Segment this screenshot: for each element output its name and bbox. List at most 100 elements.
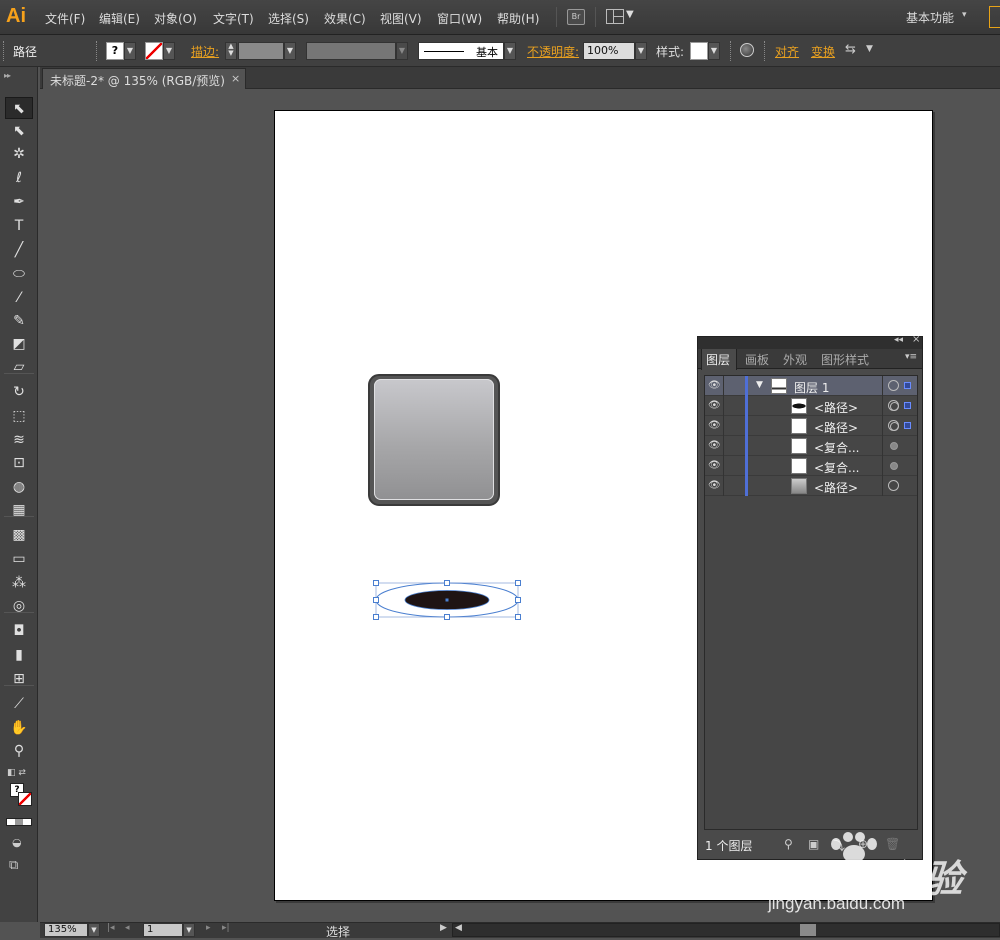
scale-tool[interactable]: ⬚ — [5, 405, 33, 427]
recolor-artwork-icon[interactable] — [740, 43, 754, 57]
target-icon[interactable] — [890, 462, 898, 470]
collapse-icon[interactable]: ◂◂ — [894, 335, 903, 345]
fill-dropdown[interactable]: ▼ — [124, 42, 136, 60]
line-segment-tool[interactable]: ╱ — [5, 239, 33, 261]
artboard-tool[interactable]: ⊞ — [5, 668, 33, 690]
layer-name[interactable]: 图层 1 — [794, 379, 829, 396]
align-link[interactable]: 对齐 — [775, 43, 799, 60]
mesh-tool[interactable]: ▩ — [5, 524, 33, 546]
arrange-documents-icon[interactable] — [606, 9, 624, 24]
direct-selection-tool[interactable]: ⬉ — [5, 120, 33, 142]
path-name[interactable]: <路径> — [814, 399, 858, 416]
fill-stroke-widget[interactable]: ? — [10, 783, 34, 811]
eye-icon[interactable]: 👁 — [708, 400, 721, 412]
menu-select[interactable]: 选择(S) — [268, 10, 309, 27]
symbol-sprayer-tool[interactable]: ◘ — [5, 620, 33, 642]
stroke-weight-field[interactable] — [238, 42, 284, 60]
target-icon[interactable] — [888, 400, 899, 411]
free-transform-tool[interactable]: ⊡ — [5, 452, 33, 474]
close-icon[interactable]: × — [912, 334, 920, 345]
transform-link[interactable]: 变换 — [811, 43, 835, 60]
next-artboard-icon[interactable]: ▸ — [206, 923, 211, 933]
menu-object[interactable]: 对象(O) — [154, 10, 197, 27]
layer-row[interactable]: 👁 <路径> — [705, 476, 917, 496]
close-icon[interactable]: × — [231, 72, 240, 85]
drawing-mode-icon[interactable]: ◒ — [12, 836, 22, 849]
selection-indicator[interactable] — [904, 402, 911, 409]
gradient-tool[interactable]: ▭ — [5, 548, 33, 570]
type-tool[interactable]: T — [5, 215, 33, 237]
variable-width-profile[interactable] — [306, 42, 396, 60]
lock-toggle[interactable] — [723, 376, 724, 396]
tab-appearance[interactable]: 外观 — [783, 351, 807, 368]
lock-toggle[interactable] — [723, 476, 724, 496]
path-name[interactable]: <路径> — [814, 479, 858, 496]
path-name[interactable]: <路径> — [814, 419, 858, 436]
selection-indicator[interactable] — [904, 382, 911, 389]
stroke-weight-dropdown[interactable]: ▼ — [284, 42, 296, 60]
scroll-left-icon[interactable]: ◀ — [455, 923, 462, 933]
horizontal-scrollbar[interactable] — [452, 923, 1000, 937]
brush-dropdown[interactable]: ▼ — [504, 42, 516, 60]
selected-ellipse-group[interactable] — [360, 575, 530, 625]
opacity-field[interactable]: 100% — [583, 42, 635, 60]
zoom-dropdown[interactable]: ▼ — [88, 923, 100, 937]
stroke-icon[interactable] — [18, 792, 32, 806]
tab-layers[interactable]: 图层 — [706, 351, 730, 368]
pen-tool[interactable]: ✒ — [5, 191, 33, 213]
lock-toggle[interactable] — [723, 396, 724, 416]
menu-window[interactable]: 窗口(W) — [437, 10, 482, 27]
ellipse-tool[interactable]: ⬭ — [5, 263, 33, 285]
blob-brush-tool[interactable]: ◩ — [5, 333, 33, 355]
menu-file[interactable]: 文件(F) — [45, 10, 85, 27]
eye-icon[interactable]: 👁 — [708, 480, 721, 492]
chevron-down-icon[interactable]: ▼ — [866, 44, 873, 54]
status-tool-name[interactable]: 选择 — [326, 923, 350, 940]
compound-path-name[interactable]: <复合... — [814, 439, 860, 456]
menu-type[interactable]: 文字(T) — [213, 10, 254, 27]
menu-edit[interactable]: 编辑(E) — [99, 10, 140, 27]
tools-panel-grip[interactable]: ▸▸ — [4, 71, 11, 80]
rounded-square-gradient-face[interactable] — [374, 379, 494, 500]
layer-row[interactable]: 👁 <复合... — [705, 436, 917, 456]
eraser-tool[interactable]: ▱ — [5, 356, 33, 378]
perspective-grid-tool[interactable]: ▦ — [5, 499, 33, 521]
isolate-selected-icon[interactable]: ⇆ — [845, 42, 856, 57]
target-icon[interactable] — [888, 420, 899, 431]
previous-artboard-icon[interactable]: ◂ — [125, 923, 130, 933]
stroke-dropdown[interactable]: ▼ — [163, 42, 175, 60]
disclosure-triangle-icon[interactable]: ▼ — [756, 380, 763, 390]
lock-toggle[interactable] — [723, 416, 724, 436]
stroke-swatch[interactable] — [145, 42, 163, 60]
hand-tool[interactable]: ✋ — [5, 717, 33, 739]
selection-tool[interactable]: ⬉ — [5, 97, 33, 119]
graphic-style-dropdown[interactable]: ▼ — [708, 42, 720, 60]
tab-graphic-styles[interactable]: 图形样式 — [821, 351, 869, 368]
shape-builder-tool[interactable]: ◍ — [5, 476, 33, 498]
column-graph-tool[interactable]: ▮ — [5, 644, 33, 666]
compound-path-name[interactable]: <复合... — [814, 459, 860, 476]
selection-indicator[interactable] — [904, 422, 911, 429]
last-artboard-icon[interactable]: ▸| — [222, 923, 230, 933]
zoom-tool[interactable]: ⚲ — [5, 740, 33, 762]
layer-row[interactable]: 👁 ▼ 图层 1 — [705, 376, 917, 396]
chevron-down-icon[interactable]: ▾ — [962, 10, 967, 20]
color-mode-icon[interactable] — [6, 818, 32, 826]
eye-icon[interactable]: 👁 — [708, 440, 721, 452]
control-bar-grip[interactable] — [3, 41, 6, 61]
zoom-field[interactable]: 135% — [44, 923, 88, 937]
target-icon[interactable] — [890, 442, 898, 450]
bridge-icon[interactable]: Br — [567, 9, 585, 25]
opacity-label[interactable]: 不透明度: — [527, 43, 579, 60]
fill-swatch[interactable]: ? — [106, 42, 124, 60]
menu-help[interactable]: 帮助(H) — [497, 10, 539, 27]
lasso-tool[interactable]: ℓ — [5, 167, 33, 189]
magic-wand-tool[interactable]: ✲ — [5, 143, 33, 165]
chevron-down-icon[interactable]: ▼ — [626, 9, 634, 20]
width-tool[interactable]: ≋ — [5, 429, 33, 451]
eye-icon[interactable]: 👁 — [708, 380, 721, 392]
artboard-number-field[interactable]: 1 — [143, 923, 183, 937]
paintbrush-tool[interactable]: ⁄ — [5, 287, 33, 309]
eye-icon[interactable]: 👁 — [708, 460, 721, 472]
lock-toggle[interactable] — [723, 436, 724, 456]
